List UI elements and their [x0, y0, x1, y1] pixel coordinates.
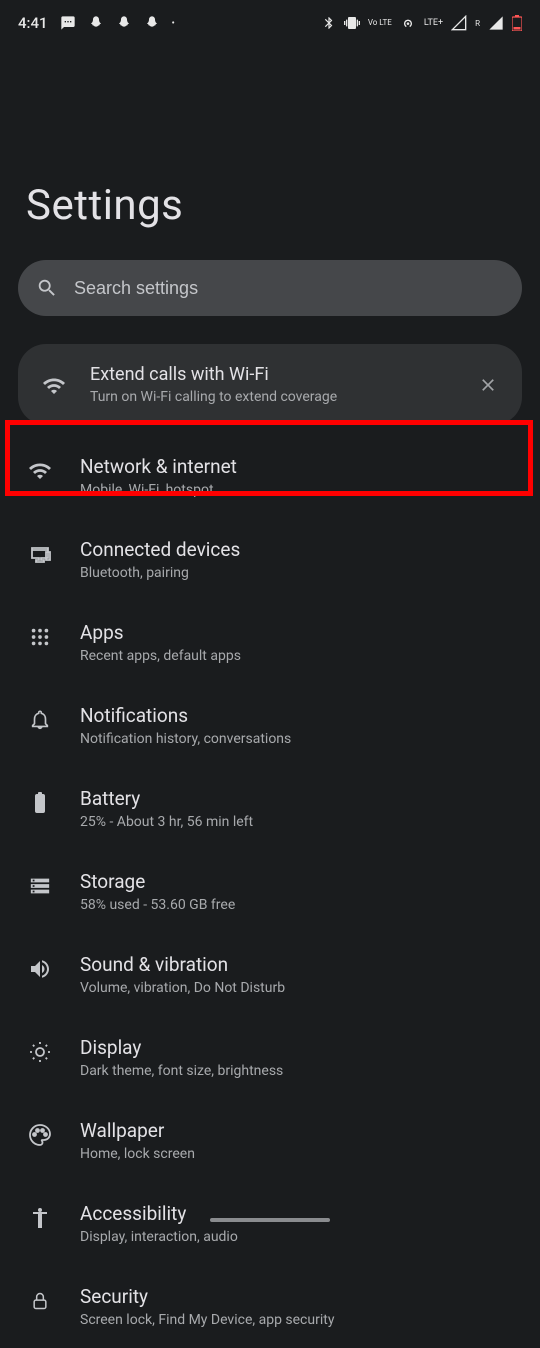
status-right: Vo LTE LTE+ R — [322, 15, 522, 31]
devices-icon — [26, 540, 54, 568]
brightness-icon — [26, 1038, 54, 1066]
item-title: Notifications — [80, 704, 514, 727]
item-title: Battery — [80, 787, 514, 810]
settings-item-sound[interactable]: Sound & vibration Volume, vibration, Do … — [0, 933, 540, 1016]
item-title: Security — [80, 1285, 514, 1308]
apps-icon — [26, 623, 54, 651]
wifi-icon — [40, 372, 68, 400]
accessibility-icon — [26, 1204, 54, 1232]
settings-item-connected-devices[interactable]: Connected devices Bluetooth, pairing — [0, 518, 540, 601]
suggestion-card[interactable]: Extend calls with Wi-Fi Turn on Wi-Fi ca… — [18, 344, 522, 425]
signal-icon — [451, 15, 467, 31]
close-button[interactable] — [476, 373, 500, 397]
search-icon — [36, 277, 58, 299]
signal-full-icon — [488, 15, 504, 31]
settings-item-notifications[interactable]: Notifications Notification history, conv… — [0, 684, 540, 767]
item-title: Storage — [80, 870, 514, 893]
snapchat-icon — [116, 15, 132, 31]
status-bar: 4:41 • Vo LTE LTE+ R — [0, 0, 540, 46]
item-subtitle: Dark theme, font size, brightness — [80, 1063, 514, 1079]
settings-item-security[interactable]: Security Screen lock, Find My Device, ap… — [0, 1265, 540, 1348]
item-subtitle: Screen lock, Find My Device, app securit… — [80, 1312, 514, 1328]
item-title: Sound & vibration — [80, 953, 514, 976]
battery-icon — [26, 789, 54, 817]
suggestion-text: Extend calls with Wi-Fi Turn on Wi-Fi ca… — [90, 364, 454, 405]
dot-icon: • — [172, 18, 175, 29]
close-icon — [478, 375, 498, 395]
battery-low-icon — [512, 15, 522, 31]
item-subtitle: Bluetooth, pairing — [80, 565, 514, 581]
settings-list: Network & internet Mobile, Wi-Fi, hotspo… — [0, 435, 540, 1348]
status-clock: 4:41 — [18, 14, 48, 32]
volte-label: Vo LTE — [368, 19, 392, 27]
page-title: Settings — [0, 46, 540, 260]
status-left: 4:41 • — [18, 14, 175, 32]
item-title: Network & internet — [80, 455, 514, 478]
snapchat-icon — [144, 15, 160, 31]
suggestion-subtitle: Turn on Wi-Fi calling to extend coverage — [90, 389, 454, 405]
item-subtitle: 58% used - 53.60 GB free — [80, 897, 514, 913]
item-subtitle: Mobile, Wi-Fi, hotspot — [80, 482, 514, 498]
item-title: Display — [80, 1036, 514, 1059]
settings-item-accessibility[interactable]: Accessibility Display, interaction, audi… — [0, 1182, 540, 1265]
bell-icon — [26, 706, 54, 734]
item-subtitle: Recent apps, default apps — [80, 648, 514, 664]
search-bar[interactable] — [18, 260, 522, 316]
item-subtitle: Volume, vibration, Do Not Disturb — [80, 980, 514, 996]
item-subtitle: Display, interaction, audio — [80, 1229, 514, 1245]
item-title: Apps — [80, 621, 514, 644]
settings-item-battery[interactable]: Battery 25% - About 3 hr, 56 min left — [0, 767, 540, 850]
settings-item-display[interactable]: Display Dark theme, font size, brightnes… — [0, 1016, 540, 1099]
volume-icon — [26, 955, 54, 983]
vibrate-icon — [344, 15, 360, 31]
item-title: Wallpaper — [80, 1119, 514, 1142]
lock-icon — [26, 1287, 54, 1315]
settings-item-apps[interactable]: Apps Recent apps, default apps — [0, 601, 540, 684]
item-subtitle: 25% - About 3 hr, 56 min left — [80, 814, 514, 830]
bluetooth-icon — [322, 16, 336, 30]
nav-handle[interactable] — [210, 1218, 330, 1222]
item-subtitle: Notification history, conversations — [80, 731, 514, 747]
storage-icon — [26, 872, 54, 900]
wifi-icon — [26, 457, 54, 485]
palette-icon — [26, 1121, 54, 1149]
message-icon — [60, 15, 76, 31]
settings-item-wallpaper[interactable]: Wallpaper Home, lock screen — [0, 1099, 540, 1182]
settings-item-network[interactable]: Network & internet Mobile, Wi-Fi, hotspo… — [0, 435, 540, 518]
search-input[interactable] — [74, 278, 504, 299]
hotspot-icon — [400, 15, 416, 31]
item-subtitle: Home, lock screen — [80, 1146, 514, 1162]
settings-item-storage[interactable]: Storage 58% used - 53.60 GB free — [0, 850, 540, 933]
item-title: Connected devices — [80, 538, 514, 561]
lte-label: LTE+ — [424, 18, 443, 28]
snapchat-icon — [88, 15, 104, 31]
roaming-label: R — [475, 19, 480, 28]
suggestion-title: Extend calls with Wi-Fi — [90, 364, 454, 385]
